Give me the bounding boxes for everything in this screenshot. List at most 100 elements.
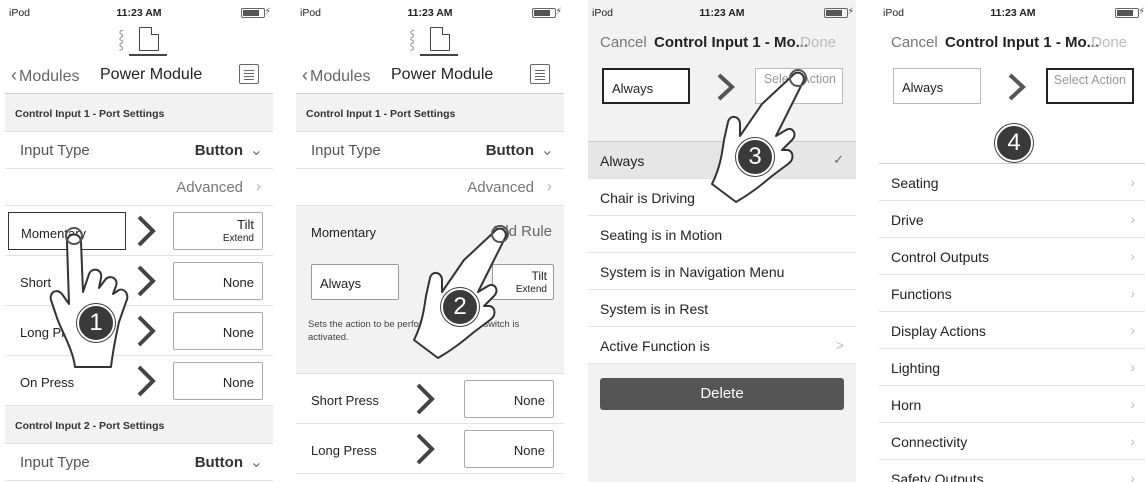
- screen-4: iPod 11:23 AM ⚡ Cancel Control Input 1 -…: [879, 0, 1145, 482]
- modal-header: Cancel Control Input 1 - Mo... Done: [879, 26, 1145, 60]
- list-item-label: Control Outputs: [891, 249, 990, 265]
- action-box[interactable]: None: [173, 312, 263, 350]
- status-time: 11:23 AM: [990, 7, 1036, 19]
- list-item-label: Safety Outputs: [891, 471, 984, 482]
- cancel-button[interactable]: Cancel: [600, 34, 647, 51]
- charging-icon: ⚡: [555, 6, 562, 16]
- battery-icon: [824, 8, 848, 18]
- chevron-right-icon: ›: [256, 178, 261, 195]
- chevron-right-icon: ›: [1130, 285, 1135, 301]
- mapping-row-long-press[interactable]: Long Press None: [296, 424, 564, 474]
- chevron-right-icon: ›: [1130, 359, 1135, 375]
- list-item[interactable]: Display Actions ›: [879, 312, 1145, 349]
- page-title: Power Module: [100, 66, 203, 83]
- list-item[interactable]: Active Function is >: [588, 327, 856, 364]
- input-type-row-2[interactable]: Input Type Button ⌄: [5, 444, 273, 481]
- step-badge: 2: [441, 288, 479, 326]
- list-item-label: Lighting: [891, 360, 941, 376]
- input-type-value: Button: [194, 454, 243, 471]
- list-item[interactable]: Safety Outputs ›: [879, 460, 1145, 482]
- nav-bar: ‹ Modules Power Module: [5, 56, 273, 94]
- delete-button[interactable]: Delete: [600, 378, 844, 410]
- select-action-box[interactable]: Select Action: [1046, 68, 1134, 104]
- action-box[interactable]: None: [464, 430, 554, 468]
- screen-1: iPod 11:23 AM ⚡ ⸾ ‹ Modules Power Module …: [5, 0, 273, 482]
- hand-pointer-icon: [49, 227, 129, 368]
- list-item[interactable]: Horn ›: [879, 386, 1145, 423]
- checkmark-icon: ✓: [833, 152, 844, 167]
- mapping-row-short-press[interactable]: Short Press None: [296, 374, 564, 424]
- cancel-button[interactable]: Cancel: [891, 34, 938, 51]
- chair-icon[interactable]: ⸾: [409, 26, 425, 52]
- status-bar: iPod 11:23 AM ⚡: [588, 0, 856, 26]
- list-item[interactable]: Connectivity ›: [879, 423, 1145, 460]
- chevron-down-icon: ⌄: [540, 142, 554, 159]
- step-badge: 4: [995, 124, 1033, 162]
- back-label: Modules: [19, 68, 80, 85]
- list-item[interactable]: System is in Navigation Menu: [588, 253, 856, 290]
- chair-icon[interactable]: ⸾: [118, 26, 134, 52]
- status-bar: iPod 11:23 AM ⚡: [879, 0, 1145, 26]
- action-box[interactable]: Tilt Extend: [173, 212, 263, 250]
- clipboard-icon[interactable]: [530, 64, 550, 84]
- status-bar: iPod 11:23 AM ⚡: [296, 0, 564, 26]
- input-type-label: Input Type: [311, 142, 381, 159]
- document-icon[interactable]: [139, 27, 159, 51]
- page-title: Power Module: [391, 66, 494, 83]
- done-button[interactable]: Done: [1091, 34, 1127, 51]
- action-box[interactable]: None: [173, 262, 263, 300]
- condition-box[interactable]: Always: [311, 264, 399, 300]
- action-box[interactable]: None: [173, 362, 263, 400]
- step-badge: 3: [736, 138, 774, 176]
- clipboard-icon[interactable]: [239, 64, 259, 84]
- document-icon[interactable]: [430, 27, 450, 51]
- list-item[interactable]: System is in Rest: [588, 290, 856, 327]
- back-button[interactable]: ‹ Modules: [302, 65, 370, 86]
- list-item-label: System is in Navigation Menu: [600, 264, 785, 280]
- input-label: Short Press: [311, 393, 379, 408]
- chevron-right-icon: ›: [1130, 470, 1135, 482]
- list-item[interactable]: Seating ›: [879, 164, 1145, 201]
- list-item[interactable]: Lighting ›: [879, 349, 1145, 386]
- list-item[interactable]: Control Outputs ›: [879, 238, 1145, 275]
- arrow-right-icon: [416, 383, 435, 415]
- module-tabs: ⸾: [5, 26, 273, 56]
- list-item-label: Chair is Driving: [600, 190, 695, 206]
- list-item[interactable]: Functions ›: [879, 275, 1145, 312]
- input-type-value: Button: [194, 142, 243, 159]
- screen-3: iPod 11:23 AM ⚡ Cancel Control Input 1 -…: [588, 0, 856, 482]
- back-button[interactable]: ‹ Modules: [11, 65, 79, 86]
- module-tabs: ⸾: [296, 26, 564, 56]
- chevron-right-icon: ›: [547, 178, 552, 195]
- condition-box[interactable]: Always: [893, 68, 981, 104]
- action-category-list: Seating › Drive › Control Outputs › Functio…: [879, 164, 1145, 482]
- advanced-row[interactable]: Advanced ›: [296, 169, 564, 206]
- chevron-left-icon: ‹: [302, 65, 308, 85]
- input-type-row[interactable]: Input Type Button ⌄: [5, 132, 273, 169]
- condition-box[interactable]: Always: [602, 68, 690, 104]
- action-box[interactable]: None: [464, 380, 554, 418]
- done-button[interactable]: Done: [800, 34, 836, 51]
- input-type-value: Button: [485, 142, 534, 159]
- list-item-label: Connectivity: [891, 434, 968, 450]
- input-type-label: Input Type: [20, 454, 90, 471]
- advanced-row[interactable]: Advanced ›: [5, 169, 273, 206]
- input-type-row[interactable]: Input Type Button ⌄: [296, 132, 564, 169]
- section-header: Control Input 1 - Port Settings: [5, 94, 273, 132]
- list-item-label: Active Function is: [600, 338, 710, 354]
- status-time: 11:23 AM: [407, 7, 453, 19]
- action-value: Tilt: [531, 269, 547, 283]
- screen-2: iPod 11:23 AM ⚡ ⸾ ‹ Modules Power Module …: [296, 0, 564, 482]
- advanced-label: Advanced: [467, 179, 534, 196]
- modal-title: Control Input 1 - Mo...: [945, 34, 1100, 51]
- chevron-down-icon: ⌄: [249, 142, 263, 159]
- chevron-left-icon: ‹: [11, 65, 17, 85]
- list-item[interactable]: Seating is in Motion: [588, 216, 856, 253]
- action-sub: Extend: [222, 233, 254, 244]
- list-item-label: System is in Rest: [600, 301, 709, 317]
- momentary-label: Momentary: [311, 225, 377, 240]
- chevron-right-icon: ›: [1130, 322, 1135, 338]
- section-header: Control Input 2 - Port Settings: [5, 406, 273, 444]
- battery-icon: [241, 8, 265, 18]
- list-item[interactable]: Drive ›: [879, 201, 1145, 238]
